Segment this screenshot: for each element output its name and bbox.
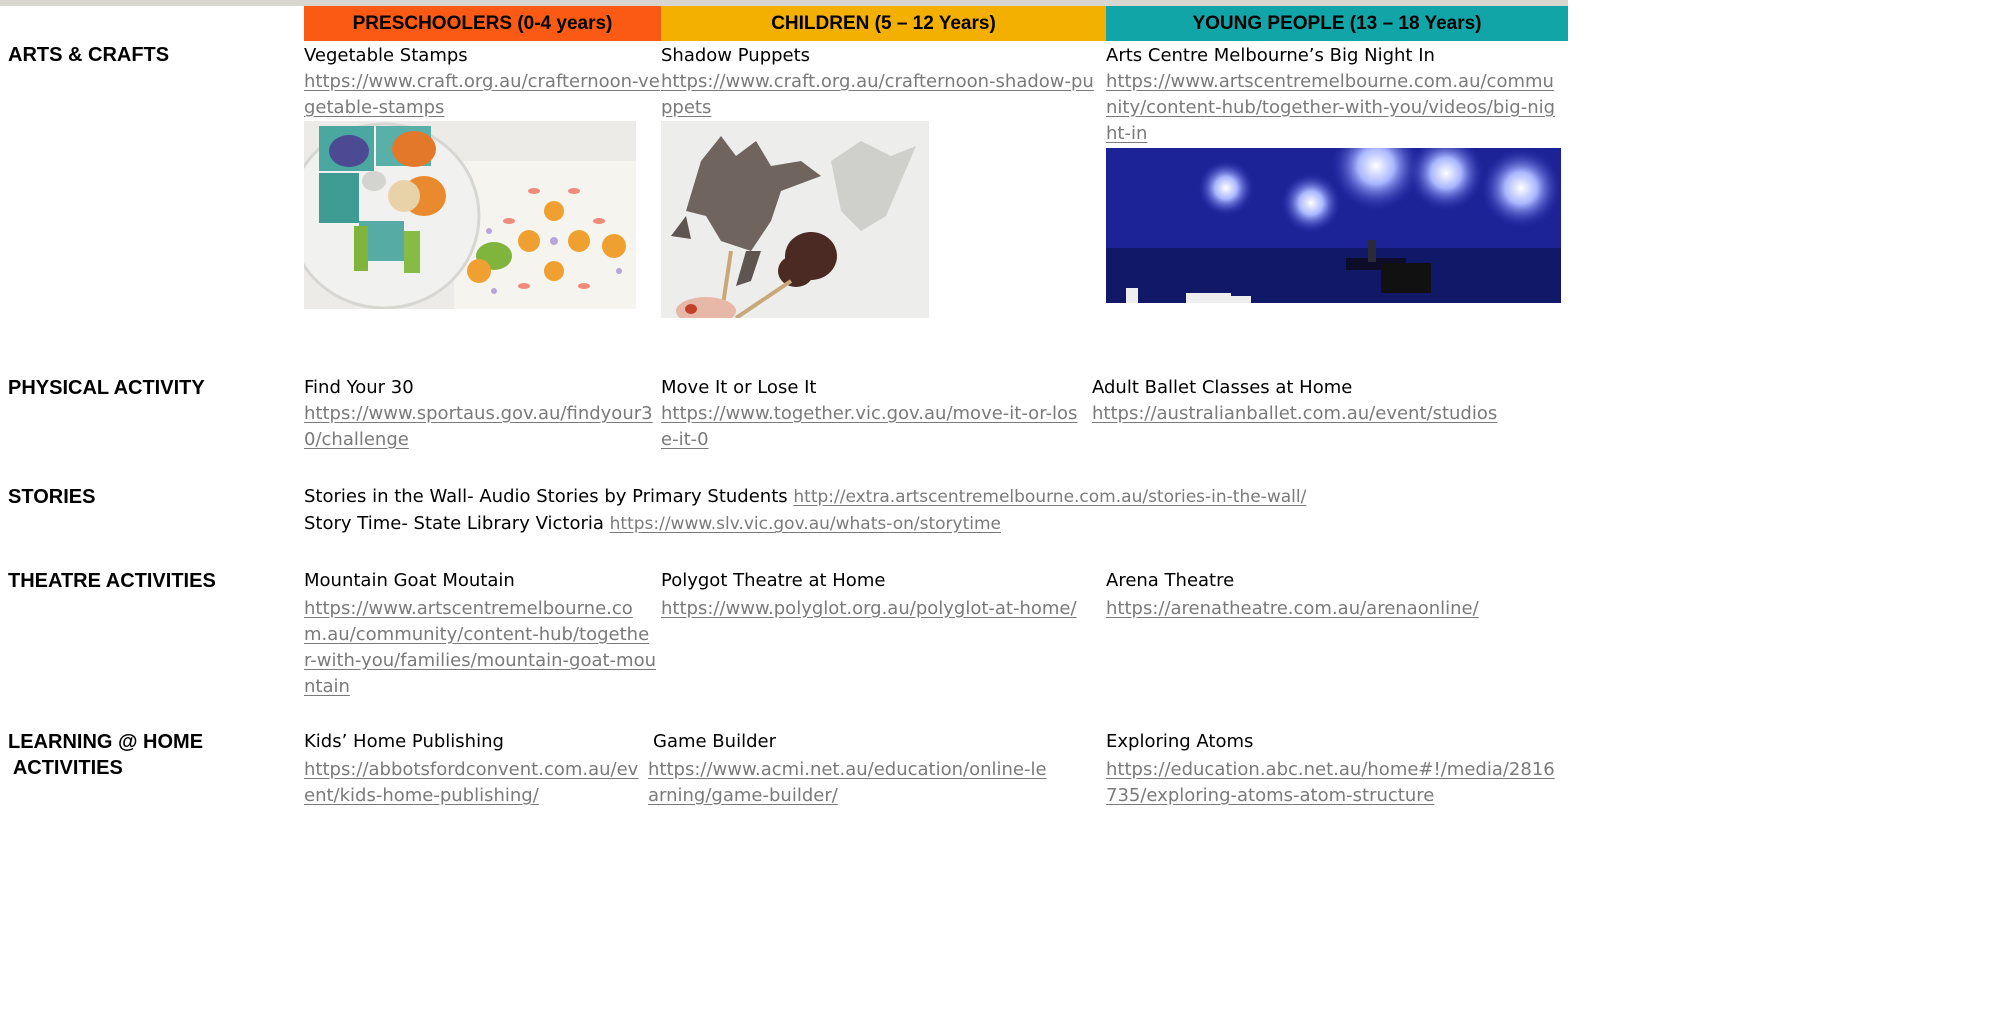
arts-young-link[interactable]: https://www.artscentremelbourne.com.au/c… — [1106, 69, 1562, 147]
theatre-pre-link[interactable]: https://www.artscentremelbourne.com.au/c… — [304, 596, 656, 700]
category-theatre-activities: THEATRE ACTIVITIES — [8, 570, 216, 592]
shadow-puppets-image — [661, 121, 929, 318]
learning-child-title: Game Builder — [653, 731, 776, 752]
category-learning-at-home: LEARNING @ HOME ACTIVITIES — [8, 731, 204, 779]
stories-in-the-wall-link[interactable]: http://extra.artscentremelbourne.com.au/… — [793, 487, 1306, 507]
story-time-link[interactable]: https://www.slv.vic.gov.au/whats-on/stor… — [610, 514, 1001, 534]
category-stories: STORIES — [8, 486, 96, 508]
header-children: CHILDREN (5 – 12 Years) — [661, 6, 1106, 41]
header-young-people: YOUNG PEOPLE (13 – 18 Years) — [1106, 6, 1568, 41]
header-preschoolers: PRESCHOOLERS (0-4 years) — [304, 6, 661, 41]
arts-child-title: Shadow Puppets — [661, 45, 811, 66]
category-physical-activity: PHYSICAL ACTIVITY — [8, 377, 205, 399]
stories-line-1: Stories in the Wall- Audio Stories by Pr… — [304, 484, 1306, 510]
arts-pre-link[interactable]: https://www.craft.org.au/crafternoon-veg… — [304, 69, 661, 121]
theatre-pre-title: Mountain Goat Moutain — [304, 570, 515, 591]
physical-pre-title: Find Your 30 — [304, 377, 414, 398]
vegetable-stamps-image — [304, 121, 636, 309]
stories-line-2: Story Time- State Library Victoria https… — [304, 511, 1001, 537]
learning-young-title: Exploring Atoms — [1106, 731, 1254, 752]
theatre-young-link[interactable]: https://arenatheatre.com.au/arenaonline/ — [1106, 596, 1562, 622]
theatre-child-link[interactable]: https://www.polyglot.org.au/polyglot-at-… — [661, 596, 1101, 622]
learning-young-link[interactable]: https://education.abc.net.au/home#!/medi… — [1106, 757, 1562, 809]
arts-pre-title: Vegetable Stamps — [304, 45, 468, 66]
arts-young-title: Arts Centre Melbourne’s Big Night In — [1106, 45, 1435, 66]
theatre-child-title: Polygot Theatre at Home — [661, 570, 886, 591]
category-arts-crafts: ARTS & CRAFTS — [8, 44, 170, 66]
physical-child-title: Move It or Lose It — [661, 377, 817, 398]
physical-young-link[interactable]: https://australianballet.com.au/event/st… — [1092, 401, 1562, 427]
physical-child-link[interactable]: https://www.together.vic.gov.au/move-it-… — [661, 401, 1086, 453]
physical-pre-link[interactable]: https://www.sportaus.gov.au/findyour30/c… — [304, 401, 661, 453]
learning-pre-title: Kids’ Home Publishing — [304, 731, 504, 752]
big-night-in-image — [1106, 148, 1561, 303]
story-time-text: Story Time- State Library Victoria — [304, 513, 604, 534]
physical-young-title: Adult Ballet Classes at Home — [1092, 377, 1353, 398]
learning-pre-link[interactable]: https://abbotsfordconvent.com.au/event/k… — [304, 757, 646, 809]
arts-child-link[interactable]: https://www.craft.org.au/crafternoon-sha… — [661, 69, 1101, 121]
learning-child-link[interactable]: https://www.acmi.net.au/education/online… — [648, 757, 1048, 809]
stories-in-the-wall-text: Stories in the Wall- Audio Stories by Pr… — [304, 486, 788, 507]
theatre-young-title: Arena Theatre — [1106, 570, 1235, 591]
